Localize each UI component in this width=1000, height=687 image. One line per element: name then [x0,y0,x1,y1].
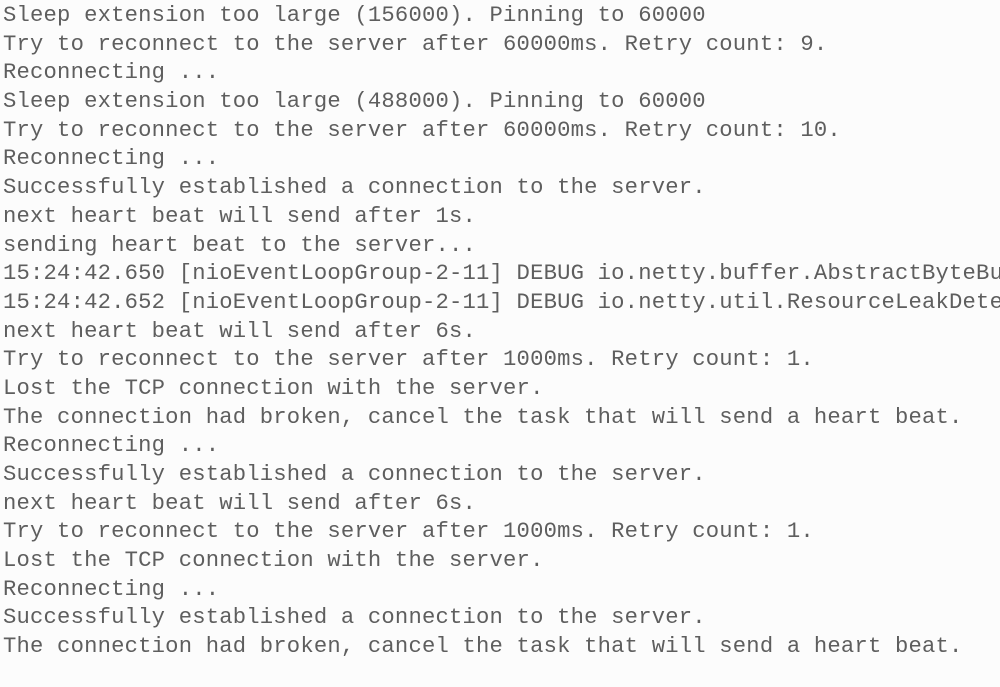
log-line: Lost the TCP connection with the server. [3,548,544,574]
log-line: Try to reconnect to the server after 600… [3,117,841,143]
log-line: sending heart beat to the server... [3,232,477,258]
log-line: Sleep extension too large (156000). Pinn… [3,3,706,28]
log-line: next heart beat will send after 6s. [3,490,477,516]
log-line: 15:24:42.650 [nioEventLoopGroup-2-11] DE… [3,261,1000,287]
log-line: Reconnecting ... [3,146,220,172]
log-line: Lost the TCP connection with the server. [3,375,544,401]
log-line: Successfully established a connection to… [3,175,706,201]
log-line: Reconnecting ... [3,433,220,459]
log-line: Sleep extension too large (488000). Pinn… [3,89,706,115]
log-line: The connection had broken, cancel the ta… [3,404,963,430]
log-line: Try to reconnect to the server after 600… [3,31,828,57]
log-line: Reconnecting ... [3,576,220,602]
log-line: Try to reconnect to the server after 100… [3,347,814,373]
log-line: The connection had broken, cancel the ta… [3,634,963,660]
log-line: next heart beat will send after 1s. [3,203,477,229]
log-line: 15:24:42.652 [nioEventLoopGroup-2-11] DE… [3,289,1000,315]
log-line: Try to reconnect to the server after 100… [3,519,814,545]
log-line: Successfully established a connection to… [3,462,706,487]
log-line: Successfully established a connection to… [3,605,706,631]
log-line: Reconnecting ... [3,60,220,86]
console-log-output[interactable]: Sleep extension too large (156000). Pinn… [0,0,1000,687]
log-line: next heart beat will send after 6s. [3,318,477,344]
